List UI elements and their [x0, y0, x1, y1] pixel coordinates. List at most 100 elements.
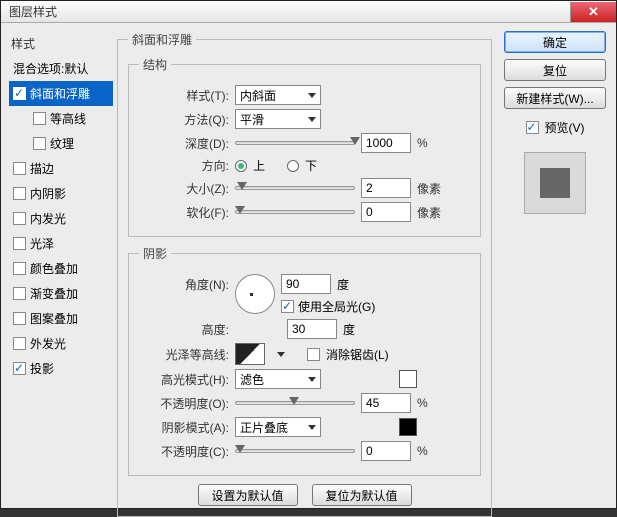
angle-wheel[interactable] [235, 274, 275, 314]
shadow-mode-dropdown[interactable]: 正片叠底 [235, 417, 321, 437]
shadow-opacity-slider[interactable] [235, 448, 355, 454]
angle-label: 角度(N): [139, 274, 229, 293]
titlebar: 图层样式 ✕ [1, 1, 616, 23]
sidebar-item-9[interactable]: 图案叠加 [9, 306, 113, 331]
chevron-down-icon[interactable] [277, 352, 285, 357]
sidebar-item-label: 外发光 [30, 335, 66, 352]
depth-slider[interactable] [235, 140, 355, 146]
sidebar-item-0[interactable]: 斜面和浮雕 [9, 81, 113, 106]
antialias-checkbox[interactable] [307, 348, 320, 361]
altitude-unit: 度 [343, 321, 355, 338]
depth-input[interactable] [361, 133, 411, 153]
sidebar-item-label: 渐变叠加 [30, 285, 78, 302]
sidebar-item-label: 纹理 [50, 135, 74, 152]
chevron-down-icon [308, 93, 316, 98]
sidebar-item-4[interactable]: 内阴影 [9, 181, 113, 206]
soften-input[interactable] [361, 202, 411, 222]
global-light-checkbox[interactable] [281, 300, 294, 313]
close-button[interactable]: ✕ [570, 2, 616, 22]
sidebar-header: 样式 [11, 35, 111, 52]
antialias-label: 消除锯齿(L) [326, 346, 389, 363]
sidebar-item-checkbox[interactable] [13, 87, 26, 100]
direction-up-radio[interactable] [235, 160, 247, 172]
sidebar-item-checkbox[interactable] [13, 312, 26, 325]
structure-legend: 结构 [139, 56, 171, 73]
sidebar-item-5[interactable]: 内发光 [9, 206, 113, 231]
sidebar-blending-options[interactable]: 混合选项:默认 [9, 56, 113, 81]
altitude-label: 高度: [139, 321, 229, 338]
preview-label: 预览(V) [545, 119, 585, 136]
preview-box [524, 152, 586, 214]
sidebar-item-checkbox[interactable] [13, 287, 26, 300]
sidebar-item-10[interactable]: 外发光 [9, 331, 113, 356]
angle-unit: 度 [337, 276, 349, 293]
size-unit: 像素 [417, 180, 447, 197]
sidebar-item-checkbox[interactable] [13, 212, 26, 225]
sidebar-item-checkbox[interactable] [33, 137, 46, 150]
sidebar-item-checkbox[interactable] [33, 112, 46, 125]
sidebar-item-11[interactable]: 投影 [9, 356, 113, 381]
sidebar-item-checkbox[interactable] [13, 337, 26, 350]
highlight-opacity-slider[interactable] [235, 400, 355, 406]
shadow-opacity-unit: % [417, 444, 447, 458]
altitude-input[interactable] [287, 319, 337, 339]
chevron-down-icon [308, 117, 316, 122]
shadow-mode-label: 阴影模式(A): [139, 419, 229, 436]
window-title: 图层样式 [1, 3, 57, 20]
sidebar-item-2[interactable]: 纹理 [9, 131, 113, 156]
sidebar-item-3[interactable]: 描边 [9, 156, 113, 181]
highlight-opacity-unit: % [417, 396, 447, 410]
sidebar-item-checkbox[interactable] [13, 362, 26, 375]
make-default-button[interactable]: 设置为默认值 [198, 484, 298, 506]
sidebar-item-6[interactable]: 光泽 [9, 231, 113, 256]
sidebar-item-label: 描边 [30, 160, 54, 177]
preview-checkbox[interactable] [526, 121, 539, 134]
sidebar-item-checkbox[interactable] [13, 262, 26, 275]
technique-label: 方法(Q): [139, 111, 229, 128]
sidebar-item-label: 图案叠加 [30, 310, 78, 327]
angle-input[interactable] [281, 274, 331, 294]
direction-up-label: 上 [253, 157, 265, 174]
bevel-emboss-group: 斜面和浮雕 结构 样式(T): 内斜面 方法(Q): 平滑 [117, 31, 492, 517]
styles-sidebar: 样式 混合选项:默认 斜面和浮雕等高线纹理描边内阴影内发光光泽颜色叠加渐变叠加图… [1, 23, 113, 508]
size-label: 大小(Z): [139, 180, 229, 197]
new-style-button[interactable]: 新建样式(W)... [504, 87, 606, 109]
sidebar-item-7[interactable]: 颜色叠加 [9, 256, 113, 281]
sidebar-item-label: 内阴影 [30, 185, 66, 202]
direction-down-label: 下 [305, 157, 317, 174]
sidebar-item-checkbox[interactable] [13, 237, 26, 250]
sidebar-item-8[interactable]: 渐变叠加 [9, 281, 113, 306]
sidebar-item-checkbox[interactable] [13, 162, 26, 175]
layer-style-dialog: 图层样式 ✕ 样式 混合选项:默认 斜面和浮雕等高线纹理描边内阴影内发光光泽颜色… [0, 0, 617, 509]
sidebar-item-label: 内发光 [30, 210, 66, 227]
sidebar-item-label: 光泽 [30, 235, 54, 252]
structure-group: 结构 样式(T): 内斜面 方法(Q): 平滑 深度 [128, 56, 481, 237]
reset-default-button[interactable]: 复位为默认值 [312, 484, 412, 506]
highlight-mode-label: 高光模式(H): [139, 371, 229, 388]
shading-group: 阴影 角度(N): 度 使用全局光(G) [128, 245, 481, 476]
highlight-opacity-input[interactable] [361, 393, 411, 413]
ok-button[interactable]: 确定 [504, 31, 606, 53]
gloss-contour-picker[interactable] [235, 343, 265, 365]
highlight-opacity-label: 不透明度(O): [139, 395, 229, 412]
chevron-down-icon [308, 377, 316, 382]
size-slider[interactable] [235, 185, 355, 191]
chevron-down-icon [308, 425, 316, 430]
soften-label: 软化(F): [139, 204, 229, 221]
technique-dropdown[interactable]: 平滑 [235, 109, 321, 129]
sidebar-item-checkbox[interactable] [13, 187, 26, 200]
size-input[interactable] [361, 178, 411, 198]
highlight-mode-dropdown[interactable]: 滤色 [235, 369, 321, 389]
global-light-label: 使用全局光(G) [298, 298, 375, 315]
shadow-opacity-input[interactable] [361, 441, 411, 461]
soften-slider[interactable] [235, 209, 355, 215]
shading-legend: 阴影 [139, 245, 171, 262]
cancel-button[interactable]: 复位 [504, 59, 606, 81]
shadow-opacity-label: 不透明度(C): [139, 443, 229, 460]
direction-down-radio[interactable] [287, 160, 299, 172]
sidebar-item-label: 颜色叠加 [30, 260, 78, 277]
highlight-color-swatch[interactable] [399, 370, 417, 388]
shadow-color-swatch[interactable] [399, 418, 417, 436]
style-dropdown[interactable]: 内斜面 [235, 85, 321, 105]
sidebar-item-1[interactable]: 等高线 [9, 106, 113, 131]
